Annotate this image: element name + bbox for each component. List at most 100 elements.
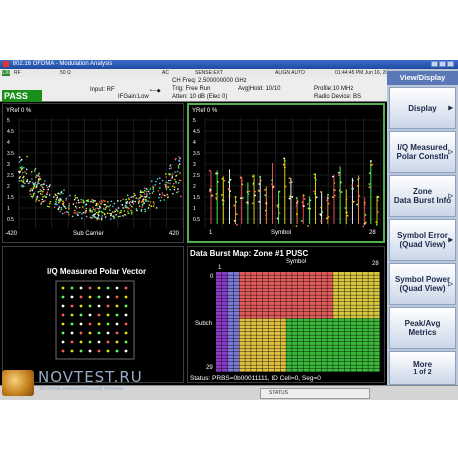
data-point (77, 199, 80, 202)
data-point (30, 195, 33, 198)
burst-cell (274, 355, 281, 359)
burst-cell (292, 278, 298, 282)
softkey-peak-avg-metrics[interactable]: Peak/Avg Metrics (389, 307, 456, 349)
burst-cell (216, 312, 222, 315)
constellation-point (106, 322, 110, 326)
burst-cell (333, 312, 339, 315)
burst-cell (286, 328, 292, 332)
burst-cell (245, 368, 251, 372)
burst-cell (309, 285, 316, 289)
burst-cell (251, 358, 257, 362)
symbol-error-panel[interactable]: YRef 0 % 5 4.5 4 3.5 3 2.5 2 1.5 1 0.5 1 Symbol 2… (187, 103, 385, 243)
data-point (20, 180, 23, 182)
constellation-point (79, 340, 83, 344)
burst-cell (298, 328, 304, 332)
data-point (320, 220, 322, 223)
burst-cell (274, 275, 281, 279)
data-point (148, 204, 151, 206)
minimize-button[interactable] (431, 61, 438, 67)
burst-cell (233, 358, 240, 362)
burst-cell (298, 358, 304, 362)
burst-cell (303, 315, 310, 319)
burst-cell (233, 278, 240, 282)
softkey-symbol-error-quad[interactable]: Symbol Error (Quad View) ▶ (389, 219, 456, 261)
burst-cell (239, 305, 245, 309)
data-point (100, 202, 103, 205)
constellation-point (79, 313, 83, 317)
softkey-display[interactable]: Display ▶ (389, 87, 456, 129)
data-point (164, 173, 167, 175)
burst-cell (233, 295, 240, 299)
burst-cell (227, 282, 234, 285)
data-point (313, 190, 315, 193)
burst-cell (286, 362, 292, 365)
burst-cell (321, 288, 327, 292)
data-point (139, 196, 142, 199)
ref-indicator: SENSE:EXT (195, 70, 224, 76)
softkey-symbol-power-quad[interactable]: Symbol Power (Quad View) ▷ (389, 263, 456, 305)
data-point (106, 205, 108, 208)
burst-cell (309, 298, 316, 302)
burst-cell (374, 348, 380, 352)
data-point (68, 205, 70, 207)
burst-cell (356, 315, 363, 319)
burst-cell (251, 342, 257, 345)
symbol-x-max: 28 (369, 230, 376, 236)
data-point (77, 211, 79, 214)
data-point (22, 181, 25, 184)
data-point (291, 196, 294, 198)
data-point (112, 211, 114, 213)
softkey-iq-polar-constln[interactable]: I/Q Measured Polar Constln ▷ (389, 131, 456, 173)
burst-cell (362, 308, 368, 312)
data-point (39, 178, 42, 180)
constellation-point (70, 340, 74, 344)
burst-cell (251, 288, 257, 292)
data-point (58, 198, 60, 201)
constellation-point (88, 304, 92, 308)
maximize-button[interactable] (439, 61, 446, 67)
burst-cell (368, 362, 374, 365)
burst-cell (233, 332, 240, 335)
data-point (74, 211, 77, 214)
data-point (295, 225, 298, 228)
data-point (85, 207, 88, 210)
data-point (144, 210, 147, 213)
burst-cell (216, 292, 222, 295)
burst-cell (227, 345, 234, 349)
burst-cell (309, 365, 316, 369)
y-tick-label: 1.5 (193, 195, 200, 201)
burst-cell (350, 275, 357, 279)
softkey-label: I/Q Measured (397, 143, 448, 152)
constellation-point (106, 349, 110, 353)
burst-cell (292, 318, 298, 322)
constellation-point (61, 313, 65, 317)
burst-cell (262, 352, 269, 355)
data-point (135, 197, 138, 199)
data-point (115, 208, 117, 210)
data-point (64, 211, 66, 214)
burst-cell (227, 312, 234, 315)
softkey-more[interactable]: More 1 of 2 (389, 351, 456, 385)
subcarrier-error-panel[interactable]: YRef 0 % 5 4.5 4 3.5 3 2.5 2 1.5 1 0.5 -420 Sub C… (2, 103, 184, 243)
avg-hold-label: Avg|Hold: 10/10 (238, 86, 281, 92)
burst-cell (350, 322, 357, 325)
burst-cell (268, 328, 275, 332)
burst-cell (356, 345, 363, 349)
softkey-zone-data-burst-info[interactable]: Zone Data Burst Info ▷ (389, 175, 456, 217)
burst-cell (274, 362, 281, 365)
burst-cell (221, 312, 228, 315)
burst-cell (227, 332, 234, 335)
polar-vector-panel[interactable]: I/Q Measured Polar Vector (2, 246, 184, 383)
submenu-arrow-icon: ▷ (448, 281, 453, 288)
data-point (117, 207, 120, 209)
burst-cell (333, 358, 339, 362)
burst-cell (239, 338, 245, 342)
burst-map-panel[interactable]: Data Burst Map: Zone #1 PUSC Symbol 1 28… (187, 246, 385, 383)
burst-cell (309, 332, 316, 335)
data-point (175, 174, 178, 177)
burst-cell (286, 272, 292, 275)
burst-cell (268, 298, 275, 302)
burst-cell (268, 318, 275, 322)
close-button[interactable] (447, 61, 454, 67)
burst-cell (251, 365, 257, 369)
